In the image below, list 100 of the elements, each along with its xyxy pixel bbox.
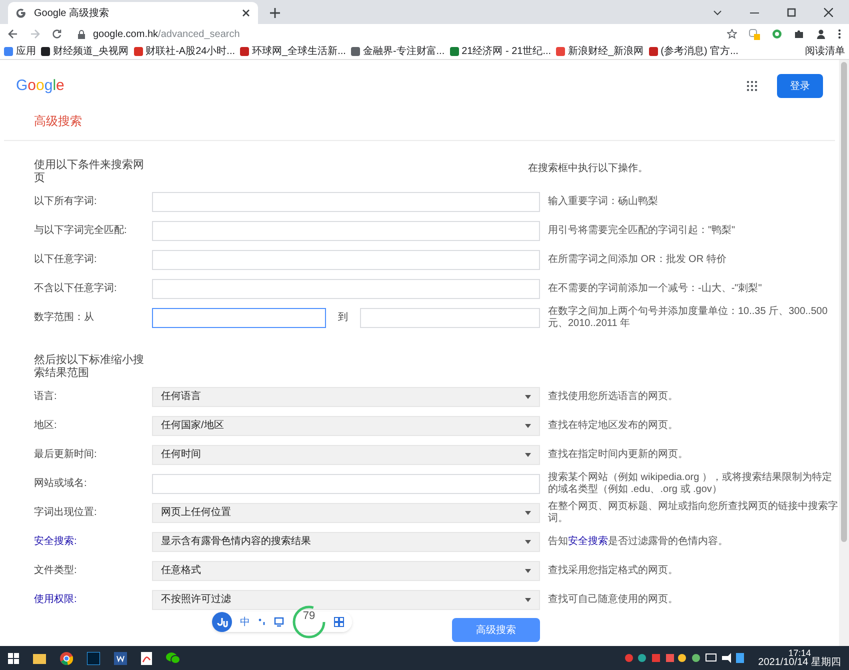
bookmark-label: 金融界-专注财富... (362, 46, 445, 56)
dropdown[interactable]: 任何国家/地区 (152, 416, 540, 436)
field-label: 网站或域名: (34, 476, 88, 491)
chevron-down-icon[interactable] (713, 10, 722, 16)
field-label: 语言: (34, 390, 58, 404)
label-link[interactable]: 安全搜索: (34, 534, 152, 549)
score-ring-icon (292, 605, 326, 639)
bookmark-label: 财经频道_央视网 (53, 46, 129, 56)
hint-text: 输入重要字词：砀山鸭梨 (548, 196, 659, 208)
dropdown-value: 任何时间 (161, 448, 201, 462)
dropdown-arrow-icon (525, 510, 531, 514)
pdf-icon[interactable] (141, 652, 152, 664)
dropdown[interactable]: 任意格式 (152, 560, 540, 580)
field-label: 字词出现位置: (34, 506, 98, 520)
hint-text: 搜索某个网站（例如 wikipedia.org ），或将搜索结果限制为特定的域名类型（例如 .edu、.org 或 .gov） (548, 472, 833, 496)
google-logo[interactable]: Google (16, 74, 64, 98)
hint-text: 查找使用您所选语言的网页。 (548, 390, 679, 402)
bookmark-label: 环球网_全球生活新... (252, 46, 346, 56)
field-label: 地区: (34, 418, 58, 433)
folder-icon[interactable] (33, 652, 46, 664)
page-title: 高级搜索 (33, 113, 83, 130)
clock-date: 2021/10/14 星期四 (758, 658, 841, 668)
hint-text: 查找在指定时间内更新的网页。 (548, 448, 689, 460)
chrome-icon[interactable] (60, 652, 73, 664)
clock-time: 17:14 (788, 648, 811, 658)
section-heading: 使用以下条件来搜索网页 (34, 159, 145, 185)
extension-icon[interactable] (772, 29, 782, 39)
hint-text: 查找采用您指定格式的网页。 (548, 564, 679, 576)
score-text: 79 (302, 609, 316, 624)
more-icon[interactable] (838, 29, 841, 39)
hint-text: 告知安全搜索是否过滤露骨的色情内容。 (548, 536, 729, 548)
punctuation-icon[interactable] (258, 618, 266, 626)
minimize-icon[interactable] (750, 12, 759, 14)
field-label: 数字范围：从 (34, 310, 95, 325)
extension-icon[interactable] (749, 28, 760, 40)
field-label: 以下任意字词: (34, 252, 98, 267)
scrollbar-thumb[interactable] (841, 62, 847, 542)
bookmark-label: 应用 (16, 46, 36, 56)
star-icon[interactable] (727, 29, 737, 39)
tray-icons-drawing[interactable] (624, 652, 744, 664)
dropdown-arrow-icon (525, 540, 531, 544)
dropdown-arrow-icon (525, 424, 531, 428)
dropdown[interactable]: 网页上任何位置 (152, 502, 540, 522)
dropdown[interactable]: 不按照许可过滤 (152, 590, 540, 610)
dropdown[interactable]: 显示含有露骨色情内容的搜索结果 (152, 532, 540, 552)
close-icon[interactable] (242, 9, 250, 17)
field-label: 与以下字词完全匹配: (34, 224, 128, 238)
dropdown-arrow-icon (525, 452, 531, 456)
monitor-icon[interactable] (274, 617, 284, 627)
field-label: 最后更新时间: (34, 448, 98, 462)
chat-icon[interactable] (166, 652, 180, 664)
new-tab-icon[interactable] (270, 8, 280, 18)
label-link[interactable]: 使用权限: (34, 592, 152, 607)
hint-text: 用引号将需要完全匹配的字词引起："鸭梨" (548, 224, 736, 236)
apps-grid-icon[interactable] (747, 81, 757, 91)
dropdown-value: 任意格式 (161, 564, 201, 578)
hint-text: 在所需字词之间添加 OR：批发 OR 特价 (548, 254, 728, 266)
dropdown[interactable]: 任何时间 (152, 444, 540, 464)
dropdown-value: 网页上任何位置 (161, 506, 231, 520)
hint-text: 在数字之间加上两个句号并添加度量单位：10..35 斤、300..500 元、2010..2011 年 (548, 306, 829, 330)
bookmark-label: 新浪财经_新浪网 (568, 46, 644, 56)
bookmark-label: (参考消息) 官方... (660, 46, 738, 56)
back-icon[interactable] (8, 29, 18, 39)
windows-start-icon[interactable] (8, 652, 19, 664)
dropdown-value: 任何语言 (161, 390, 201, 404)
bookmark-label: 财联社-A股24小时... (146, 46, 236, 56)
section-heading: 然后按以下标准缩小搜索结果范围 (34, 354, 145, 380)
dropdown-arrow-icon (525, 568, 531, 572)
hint-text: 在不需要的字词前添加一个减号：-山大、-"刺梨" (548, 282, 763, 294)
hint-text: 查找可自己随意使用的网页。 (548, 594, 679, 606)
safe-search-link[interactable]: 安全搜索 (568, 536, 608, 546)
tab-title: Google 高级搜索 (34, 6, 110, 20)
close-icon[interactable] (824, 8, 833, 17)
dropdown-value: 任何国家/地区 (161, 418, 224, 433)
dropdown-value: 显示含有露骨色情内容的搜索结果 (161, 534, 311, 549)
field-label: 不含以下任意字词: (34, 282, 118, 296)
text-input-field[interactable] (152, 308, 326, 328)
range-separator: 到 (337, 311, 349, 325)
section-hint: 在搜索框中执行以下操作。 (528, 162, 648, 176)
restore-icon[interactable] (787, 8, 796, 17)
bookmark-label: 21经济网 - 21世纪... (462, 46, 552, 56)
word-icon[interactable] (114, 652, 127, 664)
reload-icon[interactable] (52, 29, 62, 39)
google-g-icon (16, 8, 26, 18)
browser-tab[interactable]: Google 高级搜索 (8, 2, 258, 24)
field-label: 文件类型: (34, 564, 78, 578)
dropdown[interactable]: 任何语言 (152, 386, 540, 406)
dropdown-arrow-icon (525, 598, 531, 602)
sign-in-button[interactable]: 登录 (777, 74, 823, 98)
profile-icon[interactable] (816, 29, 826, 39)
field-label: 以下所有字词: (34, 194, 98, 209)
dropdown-arrow-icon (525, 394, 531, 398)
input-mode-toggle[interactable]: 中 (240, 614, 250, 630)
lock-icon (78, 30, 85, 38)
grid-icon[interactable] (334, 617, 344, 627)
photoshop-icon[interactable] (87, 652, 100, 664)
hint-text: 在整个网页、网页标题、网址或指向您所查找网页的链接中搜索字词。 (548, 500, 838, 524)
hint-text: 查找在特定地区发布的网页。 (548, 420, 679, 432)
address-bar[interactable]: google.com.hk/advanced_search (74, 25, 715, 43)
reading-list-button[interactable]: 阅读清单 (805, 46, 845, 56)
